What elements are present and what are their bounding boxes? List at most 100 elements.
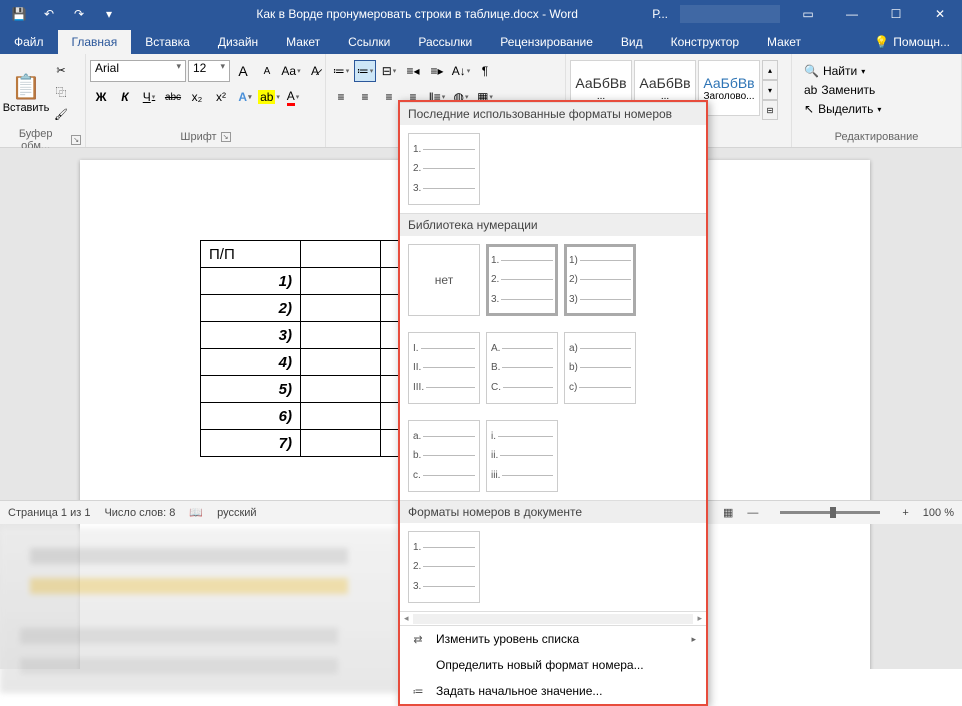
align-left-icon[interactable]: ≡ (330, 86, 352, 108)
view-web-icon[interactable]: ▦ (723, 506, 733, 519)
num-tile-roman-upper[interactable]: I.II.III. (408, 332, 480, 404)
zoom-in-icon[interactable]: + (902, 507, 908, 519)
zoom-slider[interactable] (780, 511, 880, 514)
increase-indent-icon[interactable]: ≡▸ (426, 60, 448, 82)
styles-more-icon[interactable]: ⊟ (762, 100, 778, 120)
table-row[interactable]: 2) (201, 295, 301, 322)
styles-up-icon[interactable]: ▴ (762, 60, 778, 80)
cut-icon[interactable]: ✂ (50, 60, 72, 80)
section-docfmt: Форматы номеров в документе (400, 500, 706, 523)
clipboard-icon: 📋 (11, 73, 41, 102)
table-header-cell[interactable]: П/П (201, 241, 301, 268)
table-row[interactable]: 5) (201, 376, 301, 403)
table-row[interactable]: 3) (201, 322, 301, 349)
num-tile-doc[interactable]: 1.2.3. (408, 531, 480, 603)
copy-icon[interactable]: ⿻ (50, 82, 72, 102)
title-bar: 💾 ↶ ↷ ▾ Как в Ворде пронумеровать строки… (0, 0, 962, 28)
num-tile-none[interactable]: нет (408, 244, 480, 316)
set-start-value[interactable]: ≔Задать начальное значение... (400, 678, 706, 704)
format-painter-icon[interactable]: 🖌 (50, 104, 72, 124)
paste-button[interactable]: 📋 Вставить (4, 60, 48, 126)
font-color-icon[interactable]: A (282, 86, 304, 108)
clipboard-launcher-icon[interactable]: ↘ (71, 135, 81, 145)
tab-layout[interactable]: Макет (272, 30, 334, 54)
grow-font-icon[interactable]: A (232, 60, 254, 82)
decrease-indent-icon[interactable]: ≡◂ (402, 60, 424, 82)
num-tile-alpha-lower-dot[interactable]: a.b.c. (408, 420, 480, 492)
dropdown-scrollbar[interactable]: ◂▸ (400, 611, 706, 625)
text-effects-icon[interactable]: A (234, 86, 256, 108)
num-tile-roman-lower[interactable]: i.ii.iii. (486, 420, 558, 492)
qa-customize-icon[interactable]: ▾ (96, 2, 122, 26)
tab-references[interactable]: Ссылки (334, 30, 404, 54)
font-launcher-icon[interactable]: ↘ (221, 132, 231, 142)
table-row[interactable]: 7) (201, 430, 301, 457)
chevron-right-icon: ▸ (691, 634, 696, 645)
maximize-icon[interactable]: ☐ (874, 0, 918, 28)
status-page[interactable]: Страница 1 из 1 (8, 507, 90, 519)
tab-view[interactable]: Вид (607, 30, 657, 54)
font-size-select[interactable]: 12 (188, 60, 230, 82)
tab-mailings[interactable]: Рассылки (404, 30, 486, 54)
account-short[interactable]: Р... (646, 7, 674, 21)
num-tile-alpha-upper[interactable]: A.B.C. (486, 332, 558, 404)
bold-button[interactable]: Ж (90, 86, 112, 108)
strike-button[interactable]: abc (162, 86, 184, 108)
tell-me[interactable]: 💡Помощн... (862, 30, 962, 54)
underline-button[interactable]: Ч (138, 86, 160, 108)
search-icon: 🔍 (804, 64, 819, 78)
align-center-icon[interactable]: ≡ (354, 86, 376, 108)
table-row[interactable]: 1) (201, 268, 301, 295)
align-right-icon[interactable]: ≡ (378, 86, 400, 108)
num-tile-decimal-dot[interactable]: 1.2.3. (486, 244, 558, 316)
change-case-icon[interactable]: Aa (280, 60, 302, 82)
sort-icon[interactable]: A↓ (450, 60, 472, 82)
tab-table-layout[interactable]: Макет (753, 30, 815, 54)
num-tile-alpha-lower-paren[interactable]: a)b)c) (564, 332, 636, 404)
account-name-blurred (680, 5, 780, 23)
zoom-level[interactable]: 100 % (923, 507, 954, 519)
tab-home[interactable]: Главная (58, 30, 132, 54)
bullets-icon[interactable]: ≔ (330, 60, 352, 82)
spellcheck-icon[interactable]: 📖 (189, 506, 203, 519)
window-title: Как в Ворде пронумеровать строки в табли… (128, 7, 646, 21)
tab-insert[interactable]: Вставка (131, 30, 204, 54)
status-lang[interactable]: русский (217, 507, 256, 519)
find-button[interactable]: 🔍Найти▾ (798, 62, 887, 80)
tab-design[interactable]: Дизайн (204, 30, 272, 54)
highlight-icon[interactable]: ab (258, 86, 280, 108)
clear-format-icon[interactable]: A̷ (304, 60, 326, 82)
tab-table-design[interactable]: Конструктор (657, 30, 753, 54)
zoom-out-icon[interactable]: — (747, 507, 758, 519)
close-icon[interactable]: ✕ (918, 0, 962, 28)
num-tile-recent[interactable]: 1. 2. 3. (408, 133, 480, 205)
tab-review[interactable]: Рецензирование (486, 30, 607, 54)
minimize-icon[interactable]: — (830, 0, 874, 28)
bulb-icon: 💡 (874, 35, 889, 49)
table-row[interactable]: 4) (201, 349, 301, 376)
status-words[interactable]: Число слов: 8 (104, 507, 175, 519)
table-row[interactable]: 6) (201, 403, 301, 430)
redo-icon[interactable]: ↷ (66, 2, 92, 26)
italic-button[interactable]: К (114, 86, 136, 108)
font-name-select[interactable]: Arial (90, 60, 186, 82)
numbering-icon[interactable]: ≔ (354, 60, 376, 82)
styles-down-icon[interactable]: ▾ (762, 80, 778, 100)
replace-button[interactable]: abЗаменить (798, 81, 887, 99)
ribbon-display-icon[interactable]: ▭ (786, 0, 830, 28)
change-list-level[interactable]: ⇄Изменить уровень списка▸ (400, 626, 706, 652)
define-new-format[interactable]: Определить новый формат номера... (400, 652, 706, 678)
num-tile-decimal-paren[interactable]: 1)2)3) (564, 244, 636, 316)
group-editing-label: Редактирование (835, 131, 919, 143)
subscript-button[interactable]: x₂ (186, 86, 208, 108)
select-button[interactable]: ↖Выделить▾ (798, 100, 887, 118)
show-marks-icon[interactable]: ¶ (474, 60, 496, 82)
save-icon[interactable]: 💾 (6, 2, 32, 26)
blurred-background (0, 528, 398, 693)
ribbon-tabs: Файл Главная Вставка Дизайн Макет Ссылки… (0, 28, 962, 54)
shrink-font-icon[interactable]: A (256, 60, 278, 82)
undo-icon[interactable]: ↶ (36, 2, 62, 26)
superscript-button[interactable]: x² (210, 86, 232, 108)
tab-file[interactable]: Файл (0, 30, 58, 54)
multilevel-icon[interactable]: ⊟ (378, 60, 400, 82)
